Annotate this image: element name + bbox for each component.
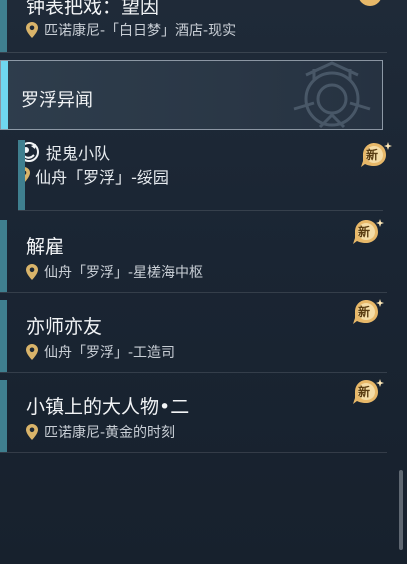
- quest-accent-bar: [0, 220, 7, 292]
- quest-accent-bar: [18, 140, 25, 210]
- quest-location: 匹诺康尼-黄金的时刻: [26, 422, 175, 442]
- scrollbar-thumb[interactable]: [399, 470, 403, 550]
- quest-accent-bar: [0, 0, 7, 52]
- quest-title: 亦师亦友: [26, 316, 103, 338]
- map-pin-icon: [26, 344, 38, 360]
- new-badge-label: 新: [358, 305, 371, 319]
- quest-title: 钟表把戏：望因: [26, 0, 160, 18]
- new-badge-label: 新: [358, 225, 371, 239]
- map-pin-icon: [26, 424, 38, 440]
- quest-location: 仙舟「罗浮」-绥园: [18, 164, 383, 188]
- quest-accent-bar: [0, 380, 7, 452]
- quest-location-text: 仙舟「罗浮」-星槎海中枢: [44, 265, 204, 281]
- new-badge-label: 新: [358, 385, 371, 399]
- new-badge-icon: [359, 0, 381, 6]
- quest-title: 捉鬼小队: [18, 140, 383, 164]
- quest-accent-bar: [0, 300, 7, 372]
- quest-item-ghost-hunt[interactable]: 捉鬼小队 仙舟「罗浮」-绥园 新: [18, 140, 392, 211]
- category-accent: [1, 61, 8, 129]
- map-pin-icon: [26, 264, 38, 280]
- quest-item-mentor-friend[interactable]: 亦师亦友 仙舟「罗浮」-工造司 新: [0, 297, 387, 373]
- quest-location-text: 匹诺康尼-黄金的时刻: [44, 425, 176, 441]
- quest-location: 匹诺康尼-「白日梦」酒店-现实: [26, 20, 236, 40]
- map-pin-icon: [26, 22, 38, 38]
- quest-title: 解雇: [26, 236, 65, 258]
- quest-item-dismissal[interactable]: 解雇 仙舟「罗浮」-星槎海中枢 新: [0, 217, 387, 293]
- quest-location-text: 匹诺康尼-「白日梦」酒店-现实: [44, 23, 237, 39]
- quest-location-text: 仙舟「罗浮」-工造司: [44, 345, 176, 361]
- quest-location: 仙舟「罗浮」-星槎海中枢: [26, 262, 203, 282]
- quest-location: 仙舟「罗浮」-工造司: [26, 342, 175, 362]
- quest-title-text: 捉鬼小队: [46, 144, 111, 163]
- new-badge-label: 新: [366, 148, 379, 162]
- quest-item-small-town-bigshot-2[interactable]: 小镇上的大人物•二 匹诺康尼-黄金的时刻 新: [0, 377, 387, 453]
- quest-title: 小镇上的大人物•二: [26, 396, 190, 418]
- xianzhou-emblem-icon: [293, 61, 371, 129]
- category-label: 罗浮异闻: [21, 90, 93, 111]
- new-badge-icon: 新: [350, 297, 384, 327]
- new-badge-icon: 新: [350, 377, 384, 407]
- quest-location-text: 仙舟「罗浮」-绥园: [35, 168, 169, 187]
- new-badge-icon: 新: [358, 140, 392, 170]
- category-header-luofu[interactable]: 罗浮异闻: [0, 60, 383, 130]
- quest-item-clock-trick[interactable]: 钟表把戏：望因 匹诺康尼-「白日梦」酒店-现实: [0, 0, 387, 53]
- new-badge-icon: 新: [350, 217, 384, 247]
